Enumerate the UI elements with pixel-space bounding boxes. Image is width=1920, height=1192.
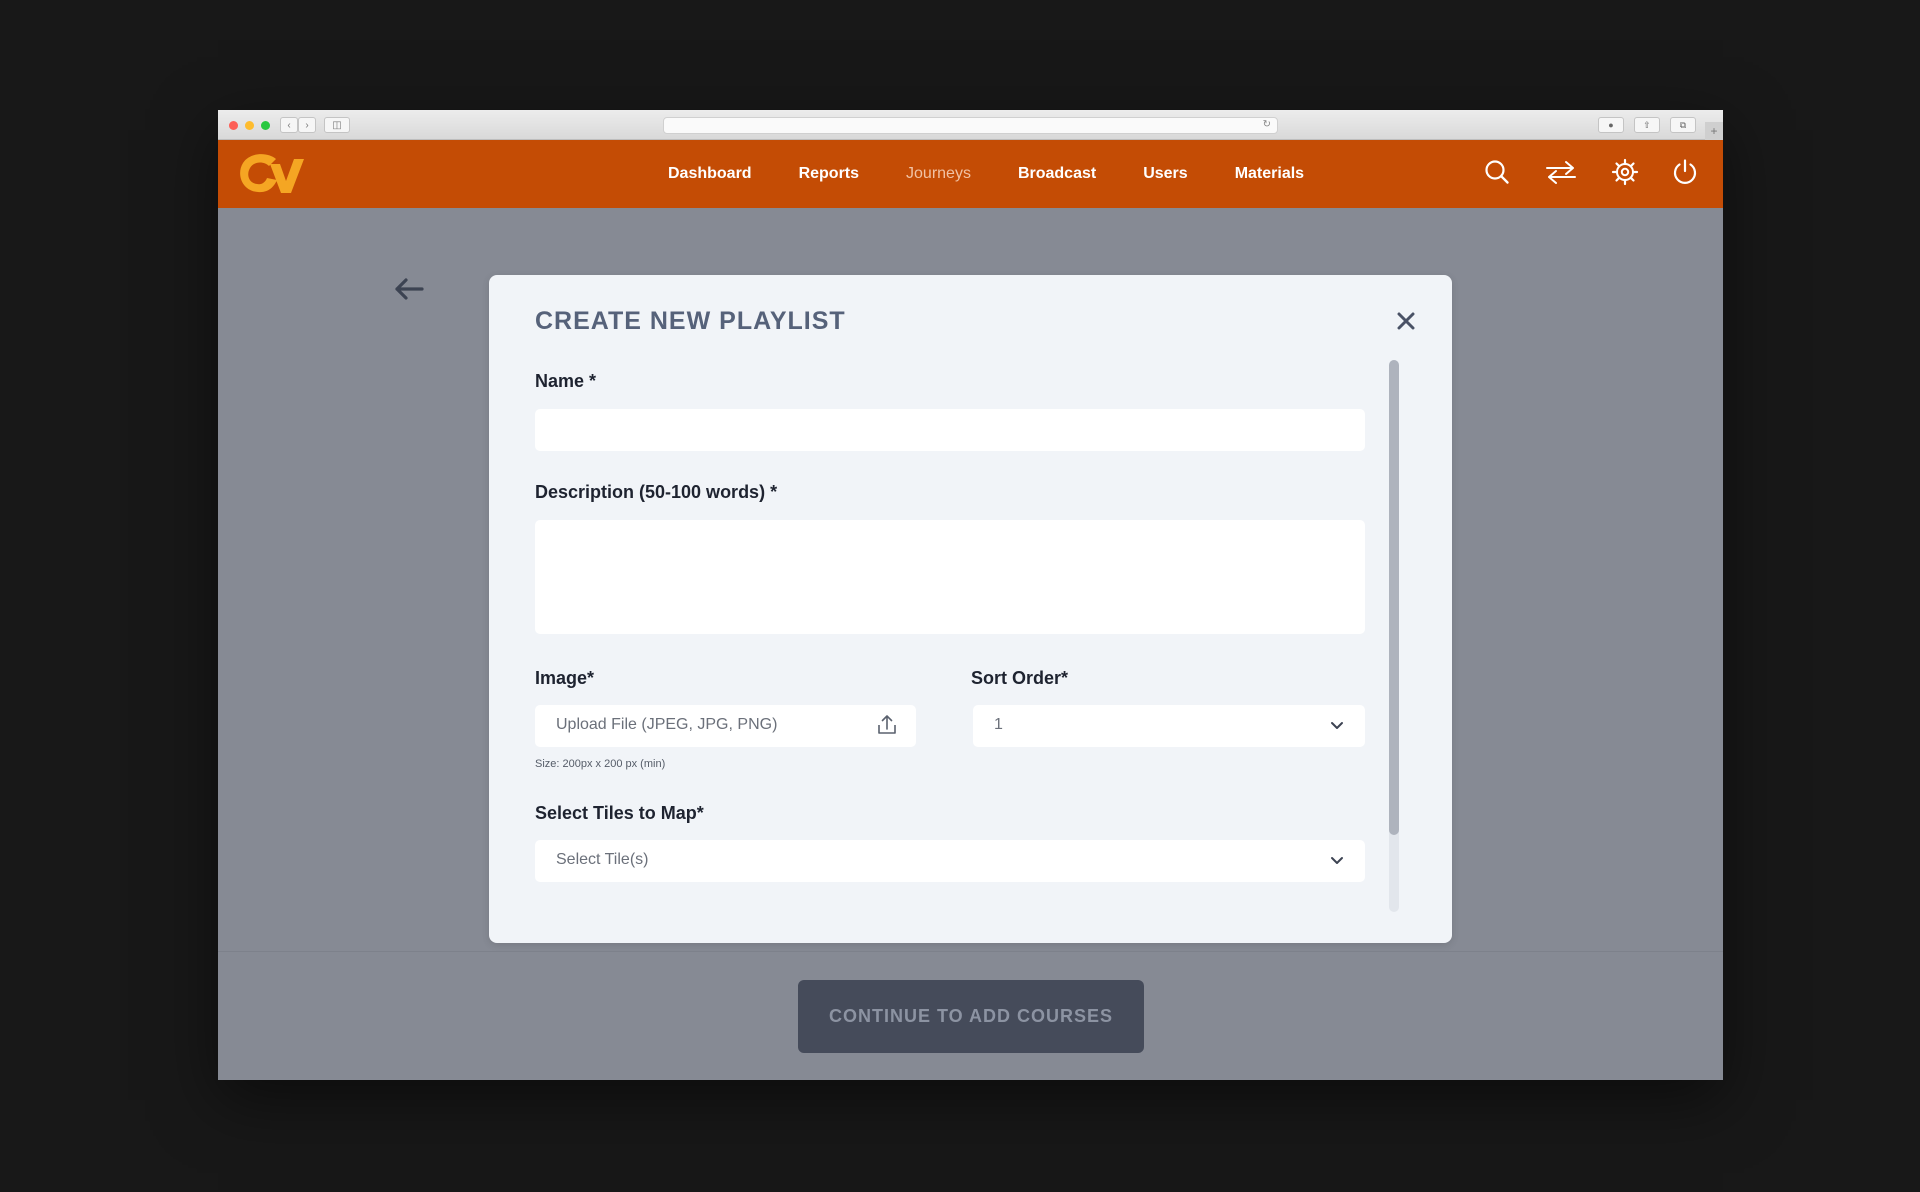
- modal-scrollbar-thumb[interactable]: [1389, 360, 1399, 835]
- tiles-select[interactable]: Select Tile(s): [535, 840, 1365, 882]
- create-playlist-modal: CREATE NEW PLAYLIST Name * Description (…: [489, 275, 1452, 943]
- nav-dashboard[interactable]: Dashboard: [668, 165, 752, 183]
- nav-journeys[interactable]: Journeys: [906, 165, 971, 183]
- nav-users[interactable]: Users: [1143, 165, 1187, 183]
- reload-icon[interactable]: ↻: [1263, 119, 1271, 130]
- new-tab-button[interactable]: +: [1705, 122, 1723, 140]
- name-label: Name *: [535, 371, 597, 391]
- image-size-hint: Size: 200px x 200 px (min): [535, 758, 666, 770]
- sort-order-select[interactable]: 1: [973, 705, 1365, 747]
- close-icon[interactable]: [1394, 309, 1418, 333]
- back-arrow-icon[interactable]: [392, 276, 426, 302]
- description-textarea[interactable]: [535, 520, 1365, 634]
- browser-back-button[interactable]: ‹: [280, 117, 298, 133]
- power-icon[interactable]: [1669, 156, 1701, 188]
- upload-icon[interactable]: [875, 713, 899, 737]
- tiles-label: Select Tiles to Map*: [535, 803, 704, 823]
- nav-materials[interactable]: Materials: [1235, 165, 1304, 183]
- sort-order-label: Sort Order*: [971, 668, 1069, 688]
- image-upload-field[interactable]: Upload File (JPEG, JPG, PNG): [535, 705, 916, 747]
- tiles-placeholder: Select Tile(s): [556, 851, 649, 868]
- continue-to-add-courses-button[interactable]: CONTINUE TO ADD COURSES: [798, 980, 1144, 1053]
- gear-icon[interactable]: [1609, 156, 1641, 188]
- app-header: Dashboard Reports Journeys Broadcast Use…: [218, 140, 1723, 208]
- image-upload-placeholder: Upload File (JPEG, JPG, PNG): [556, 716, 778, 733]
- zoom-window-button[interactable]: [261, 121, 270, 130]
- address-bar[interactable]: ↻: [663, 117, 1278, 134]
- search-icon[interactable]: [1481, 156, 1513, 188]
- description-label: Description (50-100 words) *: [535, 482, 778, 502]
- browser-window: ‹ › ◫ ↻ ● ⇧ ⧉ + Dashboard Reports Journe…: [218, 110, 1723, 1080]
- name-input[interactable]: [535, 409, 1365, 451]
- download-button[interactable]: ●: [1598, 117, 1624, 133]
- browser-forward-button[interactable]: ›: [298, 117, 316, 133]
- image-label: Image*: [535, 668, 595, 688]
- nav-reports[interactable]: Reports: [799, 165, 859, 183]
- modal-scrollbar[interactable]: [1389, 360, 1399, 912]
- tabs-button[interactable]: ⧉: [1670, 117, 1696, 133]
- sidebar-toggle-button[interactable]: ◫: [324, 117, 350, 133]
- switch-icon[interactable]: [1545, 156, 1577, 188]
- main-nav: Dashboard Reports Journeys Broadcast Use…: [668, 140, 1351, 208]
- sort-order-value: 1: [994, 716, 1003, 733]
- brand-logo[interactable]: [236, 151, 304, 197]
- modal-title: CREATE NEW PLAYLIST: [535, 307, 846, 335]
- minimize-window-button[interactable]: [245, 121, 254, 130]
- close-window-button[interactable]: [229, 121, 238, 130]
- nav-broadcast[interactable]: Broadcast: [1018, 165, 1096, 183]
- chevron-down-icon: [1331, 722, 1343, 729]
- chevron-down-icon: [1331, 857, 1343, 864]
- share-button[interactable]: ⇧: [1634, 117, 1660, 133]
- browser-toolbar: ‹ › ◫ ↻ ● ⇧ ⧉ +: [218, 110, 1723, 140]
